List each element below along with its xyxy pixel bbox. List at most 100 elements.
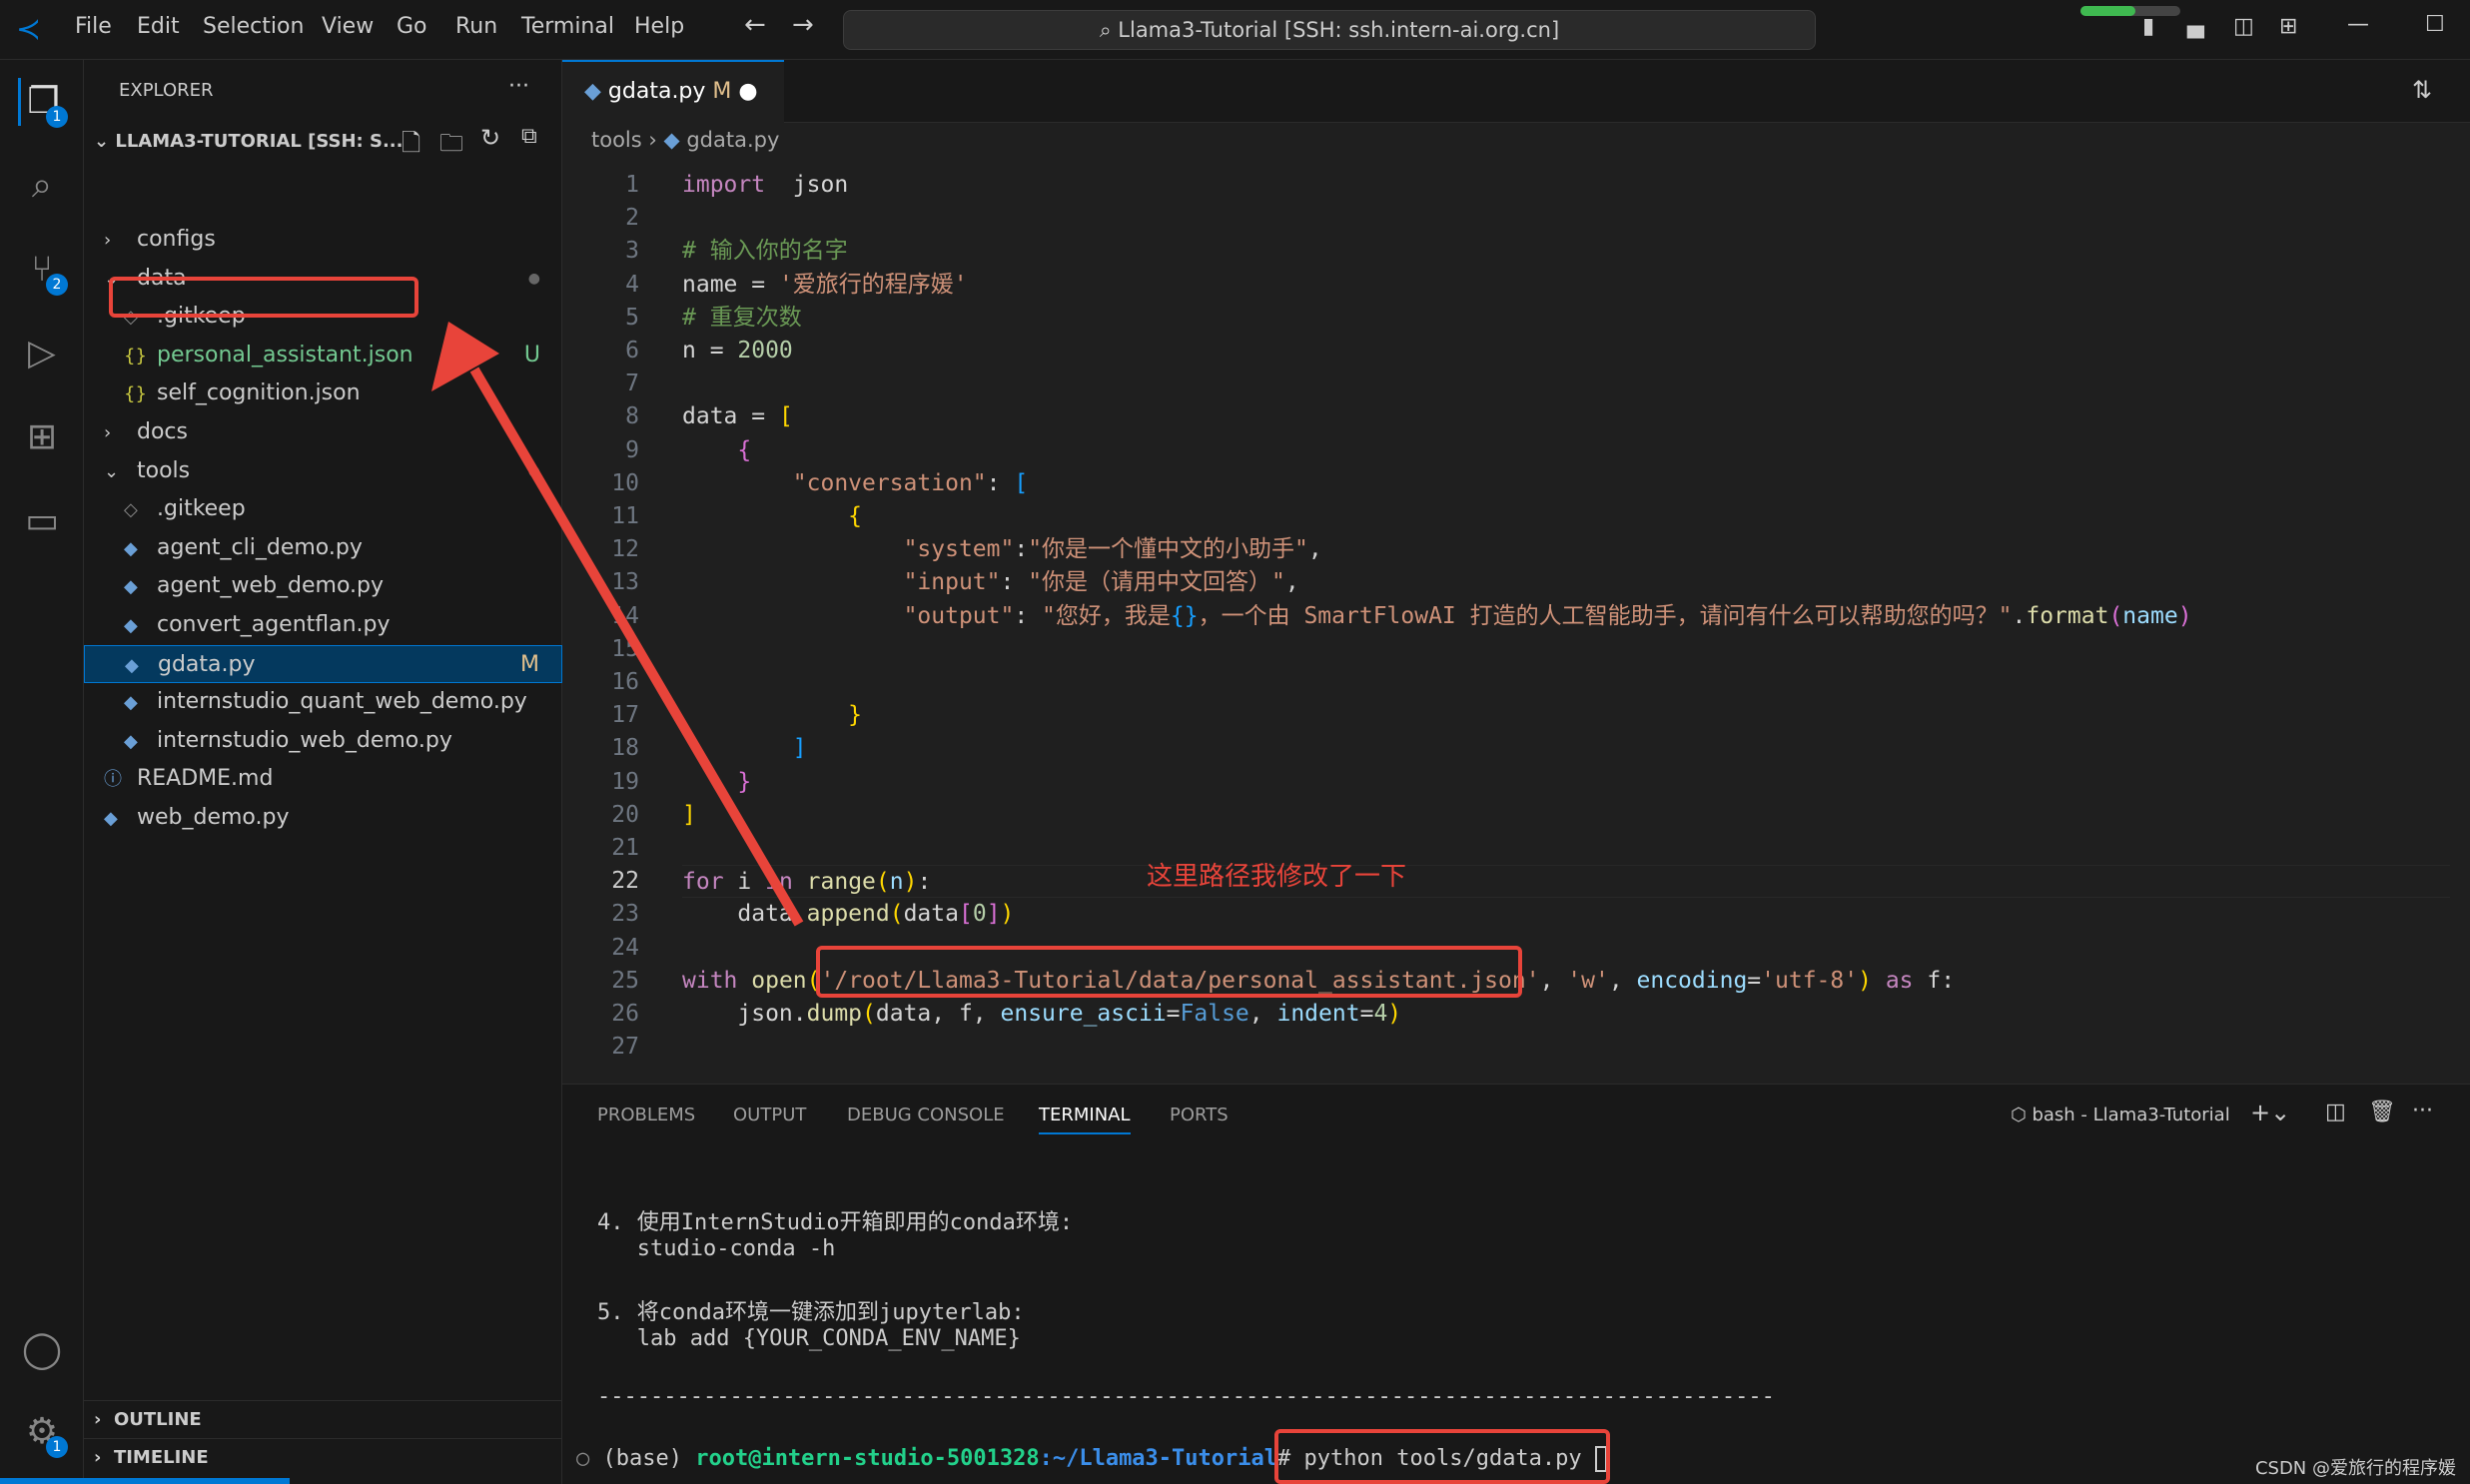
line-number: 22 — [611, 868, 639, 895]
tree-item[interactable]: {} self_cognition.json — [84, 374, 562, 412]
code-line: { — [682, 500, 862, 533]
tree-item[interactable]: ◇ .gitkeep — [84, 490, 562, 528]
toggle-panel-icon[interactable]: ▄ — [2187, 14, 2204, 39]
settings-badge: 1 — [46, 1436, 68, 1458]
code-editor[interactable]: 1 import json 2 3 # 输入你的名字 4 name = '爱旅行的程序媛' 5… — [562, 161, 2450, 1080]
new-terminal-icon[interactable]: +⌄ — [2250, 1099, 2290, 1126]
menu-selection[interactable]: Selection — [203, 14, 304, 39]
line-number: 13 — [611, 569, 639, 596]
tree-item[interactable]: ⓘ README.md — [84, 760, 562, 798]
tab-output[interactable]: OUTPUT — [733, 1105, 806, 1125]
code-line: "system":"你是一个懂中文的小助手", — [682, 533, 1322, 566]
line-number: 26 — [611, 1001, 639, 1027]
minimize-icon[interactable]: — — [2347, 12, 2369, 37]
menu-run[interactable]: Run — [455, 14, 497, 39]
code-line: import json — [682, 169, 848, 202]
tree-item[interactable]: ◆ internstudio_web_demo.py — [84, 722, 562, 760]
tree-item[interactable]: ◆ internstudio_quant_web_demo.py — [84, 683, 562, 721]
code-token: { — [737, 436, 752, 463]
menu-terminal[interactable]: Terminal — [521, 14, 614, 39]
menu-go[interactable]: Go — [397, 14, 427, 39]
tab-ports[interactable]: PORTS — [1170, 1105, 1229, 1125]
more-icon[interactable]: ··· — [2412, 1099, 2433, 1123]
line-number: 5 — [625, 304, 639, 331]
tree-item[interactable]: ◆ agent_cli_demo.py — [84, 529, 562, 567]
customize-layout-icon[interactable]: ⊞ — [2279, 14, 2297, 39]
outline-section[interactable]: › OUTLINE — [84, 1400, 562, 1438]
new-folder-icon[interactable]: 🗀 — [439, 126, 463, 167]
code-token: data — [903, 901, 959, 928]
tree-item[interactable]: › docs — [84, 413, 562, 451]
line-number: 7 — [625, 371, 639, 397]
code-token: "conversation" — [792, 469, 987, 496]
watermark: CSDN @爱旅行的程序媛 — [2254, 1458, 2456, 1479]
toggle-sidebar-icon[interactable]: ▮ — [2142, 14, 2154, 39]
tree-item[interactable]: {} personal_assistant.json U — [84, 337, 562, 374]
breadcrumb-file[interactable]: gdata.py — [686, 128, 779, 152]
code-line: "conversation": [ — [682, 467, 1028, 500]
tree-item[interactable]: › configs — [84, 221, 562, 259]
tab-problems[interactable]: PROBLEMS — [597, 1105, 695, 1125]
tree-item[interactable]: ◆ web_demo.py — [84, 799, 562, 837]
more-actions-icon[interactable]: ··· — [508, 74, 529, 99]
code-token: name = — [682, 271, 779, 298]
line-number: 12 — [611, 536, 639, 563]
forward-icon[interactable]: → — [792, 10, 814, 40]
split-terminal-icon[interactable]: ◫ — [2325, 1100, 2346, 1124]
code-token: ) — [1000, 901, 1015, 928]
toggle-secondary-sidebar-icon[interactable]: ◫ — [2233, 14, 2254, 39]
tab-terminal[interactable]: TERMINAL — [1039, 1105, 1131, 1134]
run-debug-icon[interactable]: ▷ — [18, 330, 66, 377]
settings-gear-icon[interactable]: ⚙ 1 — [18, 1408, 68, 1458]
tree-item[interactable]: ⌄ tools ● — [84, 452, 562, 490]
tree-item[interactable]: ◆ convert_agentflan.py — [84, 606, 562, 644]
explorer-title: EXPLORER — [119, 80, 214, 101]
menu-help[interactable]: Help — [634, 14, 684, 39]
accounts-icon[interactable]: ◯ — [18, 1326, 66, 1374]
info-file-icon: ⓘ — [104, 769, 122, 791]
terminal-instance-selector[interactable]: ⬡ bash - Llama3-Tutorial — [2011, 1105, 2230, 1125]
annotation-note: 这里路径我修改了一下 — [1147, 862, 1407, 892]
tree-item-label: internstudio_quant_web_demo.py — [150, 689, 527, 715]
breadcrumb-folder[interactable]: tools — [591, 128, 642, 152]
tree-item-label: personal_assistant.json — [150, 342, 413, 368]
new-file-icon[interactable]: 🗋 — [402, 126, 420, 167]
status-bar-remote[interactable] — [0, 1478, 290, 1484]
tree-item[interactable]: ◆ agent_web_demo.py — [84, 567, 562, 605]
line-number: 3 — [625, 238, 639, 265]
kill-terminal-icon[interactable]: 🗑 — [2368, 1100, 2396, 1124]
menu-view[interactable]: View — [322, 14, 374, 39]
explorer-icon[interactable]: ❐ 1 — [18, 78, 68, 128]
code-token: [ — [1014, 469, 1029, 496]
back-icon[interactable]: ← — [744, 10, 766, 40]
code-line: ] — [682, 732, 807, 765]
menu-file[interactable]: File — [75, 14, 112, 39]
extensions-icon[interactable]: ⊞ — [18, 413, 66, 461]
minimap[interactable] — [2413, 155, 2468, 285]
maximize-icon[interactable]: ☐ — [2425, 12, 2445, 37]
unsaved-dot-icon[interactable]: ● — [738, 79, 757, 104]
menu-edit[interactable]: Edit — [137, 14, 180, 39]
refresh-icon[interactable]: ↻ — [480, 124, 500, 152]
tree-item-label: gdata.py — [151, 651, 256, 677]
search-icon[interactable]: ⌕ — [18, 162, 66, 210]
remote-explorer-icon[interactable]: ▭ — [18, 497, 66, 545]
tab-debug-console[interactable]: DEBUG CONSOLE — [847, 1105, 1005, 1125]
source-control-icon[interactable]: ⑂ 2 — [18, 246, 68, 296]
timeline-section[interactable]: › TIMELINE — [84, 1438, 562, 1476]
line-number: 10 — [611, 469, 639, 496]
code-token: ] — [682, 801, 696, 828]
file-icon: ◇ — [124, 499, 138, 521]
command-center-search[interactable]: ⌕ Llama3-Tutorial [SSH: ssh.intern-ai.or… — [843, 10, 1816, 50]
compare-changes-icon[interactable]: ⇅ — [2412, 76, 2432, 104]
highlight-box-json-file — [109, 277, 418, 318]
collapse-all-icon[interactable]: ⧉ — [521, 124, 537, 149]
prompt-path: :~/Llama3-Tutorial — [1039, 1446, 1278, 1471]
tree-item[interactable]: ◆ gdata.py M — [84, 644, 562, 683]
title-bar: ≺ File Edit Selection View Go Run Termin… — [0, 0, 2470, 60]
line-number: 23 — [611, 901, 639, 928]
code-token: format — [2026, 602, 2109, 629]
tab-gdata-py[interactable]: ◆ gdata.py M ● — [562, 60, 784, 123]
